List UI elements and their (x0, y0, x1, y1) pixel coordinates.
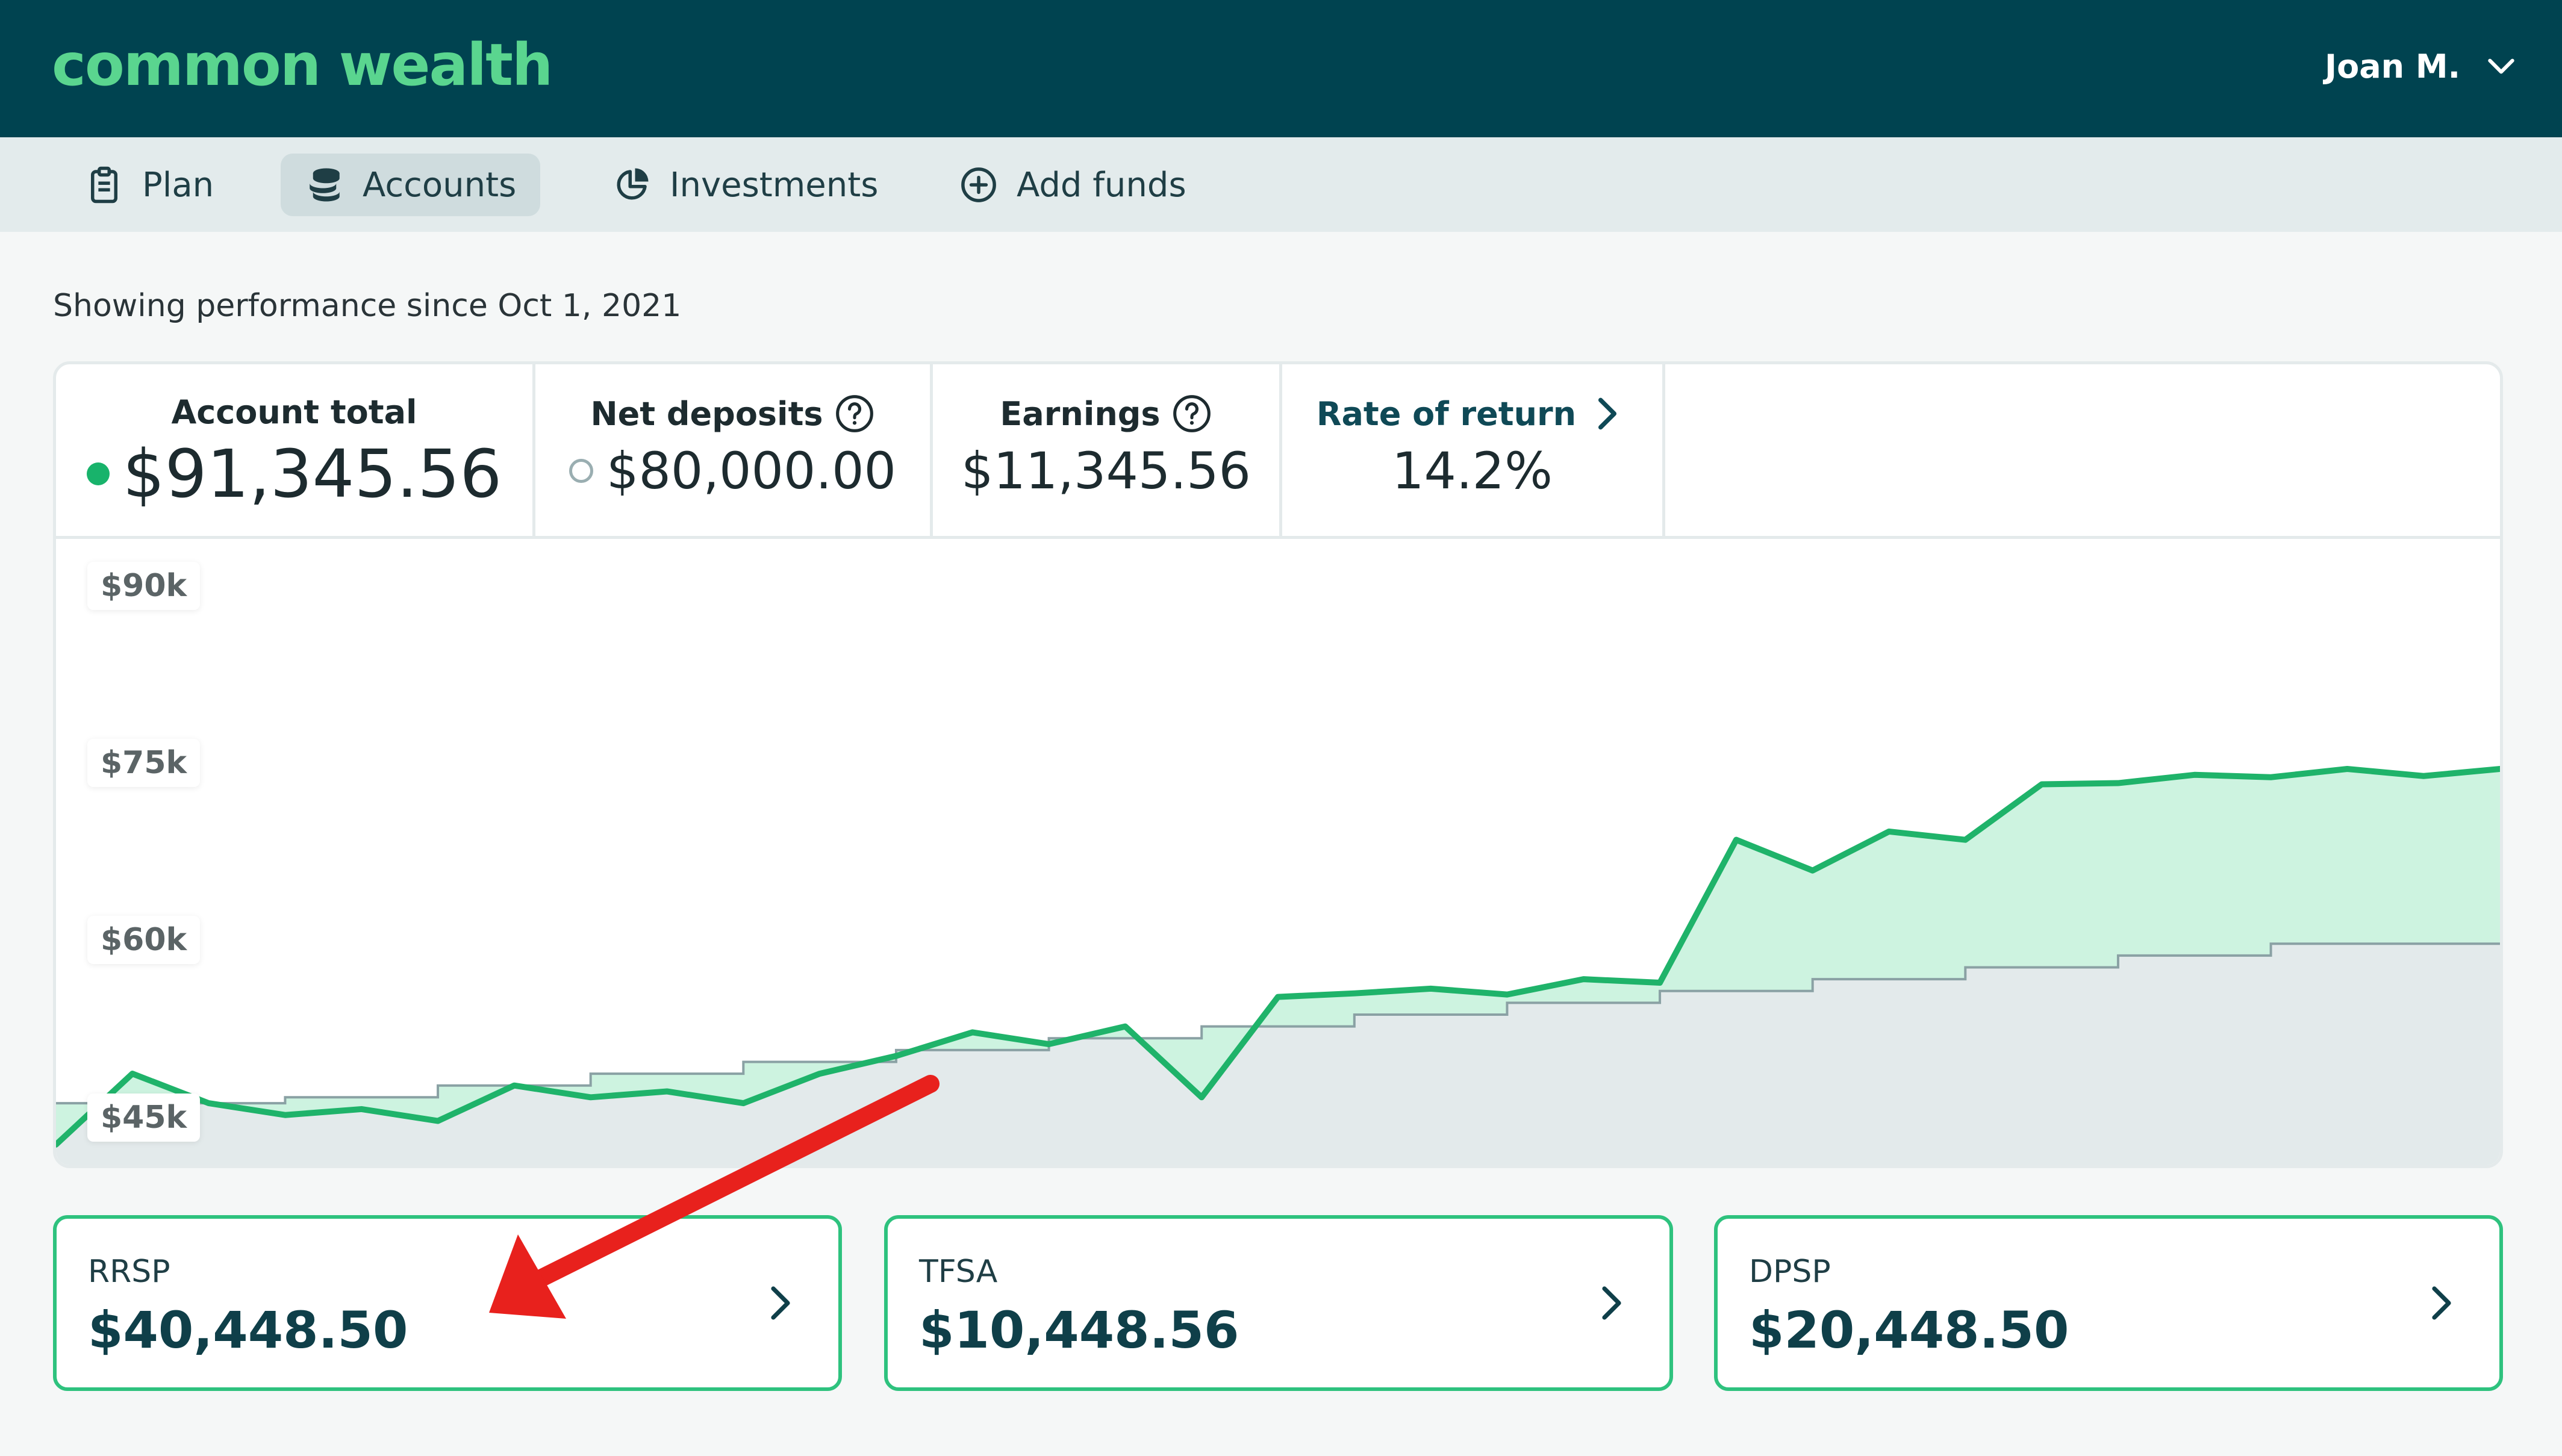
stat-value-row: $91,345.56 (56, 435, 532, 512)
performance-chart[interactable]: $90k $75k $60k $45k (56, 542, 2500, 1165)
chevron-right-icon[interactable] (759, 1281, 802, 1325)
account-name: TFSA (919, 1254, 998, 1290)
rate-of-return-link[interactable]: Rate of return (1317, 395, 1576, 433)
stat-value-row: $11,345.56 (933, 441, 1279, 500)
account-tile-rrsp[interactable]: RRSP $40,448.50 (53, 1215, 842, 1391)
plus-circle-icon (961, 167, 996, 202)
nav-label-accounts: Accounts (363, 165, 517, 205)
nav-item-plan[interactable]: Plan (60, 154, 238, 216)
pie-chart-icon (617, 168, 649, 200)
stat-account-total: Account total $91,345.56 (56, 364, 535, 539)
stat-value-row: 14.2% (1282, 441, 1662, 500)
y-tick-label: $90k (87, 561, 201, 610)
deposits-area (56, 944, 2500, 1165)
performance-card: Account total $91,345.56 Net deposits $8… (53, 361, 2503, 1168)
stat-label: Earnings (1000, 394, 1161, 433)
stat-label-row: Earnings (933, 393, 1279, 434)
user-name[interactable]: Joan M. (2325, 48, 2460, 86)
nav-label-investments: Investments (670, 165, 879, 205)
nav-item-investments[interactable]: Investments (588, 154, 902, 216)
rate-of-return-value: 14.2% (1392, 441, 1553, 500)
account-name: DPSP (1749, 1254, 1831, 1290)
y-tick-label: $45k (87, 1093, 201, 1142)
y-tick-label: $60k (87, 916, 201, 965)
net-deposits-value: $80,000.00 (606, 441, 896, 500)
chevron-down-icon[interactable] (2484, 49, 2518, 83)
user-menu[interactable]: Joan M. (2325, 42, 2518, 90)
earnings-value: $11,345.56 (961, 441, 1251, 500)
clipboard-icon (91, 166, 117, 204)
performance-since-text: Showing performance since Oct 1, 2021 (53, 288, 682, 324)
stat-net-deposits: Net deposits $80,000.00 (535, 364, 933, 539)
total-legend-dot (86, 462, 110, 485)
stat-earnings: Earnings $11,345.56 (933, 364, 1282, 539)
stat-rate-of-return[interactable]: Rate of return 14.2% (1282, 364, 1665, 539)
help-icon[interactable] (1171, 393, 1212, 434)
stats-row: Account total $91,345.56 Net deposits $8… (56, 364, 2500, 539)
nav-label-add-funds: Add funds (1017, 165, 1186, 205)
chevron-right-icon[interactable] (1587, 393, 1628, 434)
help-icon[interactable] (834, 393, 875, 434)
account-total-value: $91,345.56 (122, 435, 502, 512)
stat-label-row[interactable]: Rate of return (1282, 393, 1662, 434)
top-header: common wealth Joan M. (0, 0, 2562, 137)
main-nav: Plan Accounts Investments Add funds (0, 137, 2562, 232)
performance-chart-svg (56, 766, 2500, 1165)
y-tick-label: $75k (87, 739, 201, 788)
account-name: RRSP (88, 1254, 170, 1290)
nav-item-accounts[interactable]: Accounts (281, 154, 541, 216)
brand-logo[interactable]: common wealth (52, 31, 553, 99)
chevron-right-icon[interactable] (2420, 1281, 2463, 1325)
account-tile-tfsa[interactable]: TFSA $10,448.56 (884, 1215, 1673, 1391)
account-balance: $40,448.50 (88, 1301, 408, 1360)
stat-label: Net deposits (590, 394, 823, 433)
chevron-right-icon[interactable] (1590, 1281, 1633, 1325)
stat-label-row: Net deposits (535, 393, 930, 434)
account-tile-dpsp[interactable]: DPSP $20,448.50 (1714, 1215, 2503, 1391)
coins-stack-icon (310, 168, 340, 202)
nav-label-plan: Plan (142, 165, 214, 205)
stat-label: Account total (171, 393, 417, 431)
account-balance: $10,448.56 (919, 1301, 1239, 1360)
deposits-legend-dot (569, 459, 594, 483)
stat-value-row: $80,000.00 (535, 441, 930, 500)
account-balance: $20,448.50 (1749, 1301, 2069, 1360)
nav-item-add-funds[interactable]: Add funds (935, 154, 1211, 216)
